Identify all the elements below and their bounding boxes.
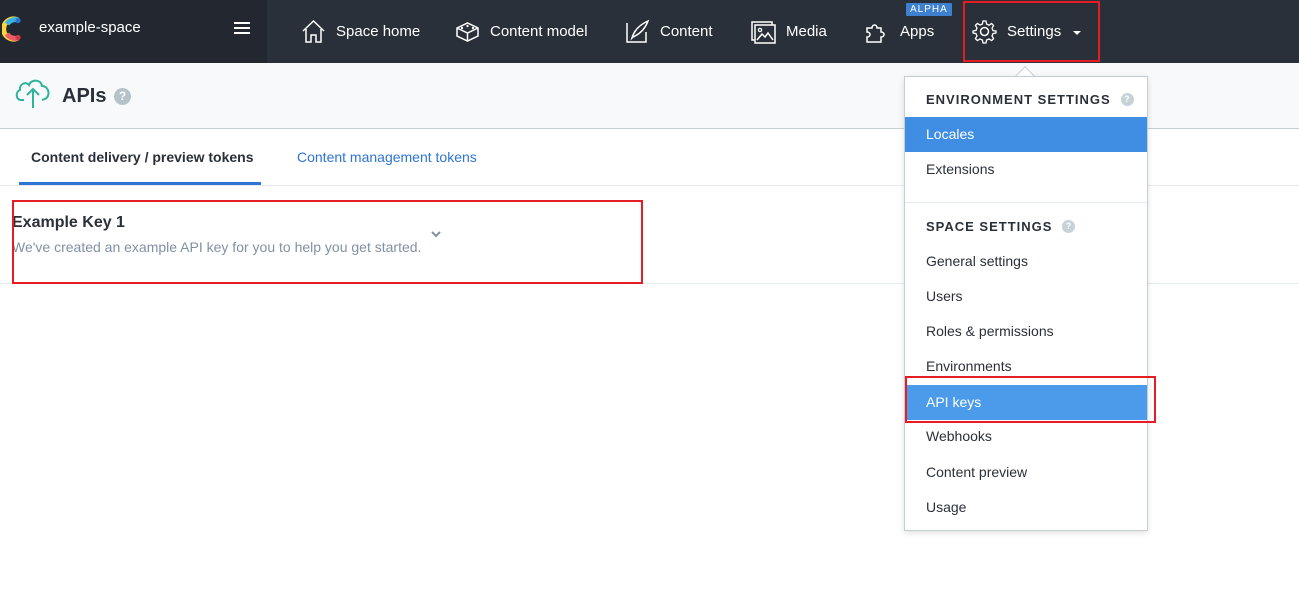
alpha-badge: ALPHA: [906, 3, 952, 16]
space-name: example-space: [39, 19, 141, 36]
nav-space-home[interactable]: Space home: [301, 0, 420, 63]
menu-item-content-preview[interactable]: Content preview: [905, 455, 1147, 490]
hamburger-menu-icon[interactable]: [234, 22, 250, 36]
settings-dropdown-menu: ENVIRONMENT SETTINGS ? Locales Extension…: [904, 76, 1148, 531]
nav-media[interactable]: Media: [751, 0, 827, 63]
menu-item-extensions[interactable]: Extensions: [905, 152, 1147, 187]
help-icon[interactable]: ?: [1062, 219, 1076, 233]
nav-content-model[interactable]: Content model: [455, 0, 588, 63]
home-icon: [302, 19, 325, 43]
help-icon[interactable]: ?: [114, 88, 131, 105]
page-title: APIs: [62, 85, 107, 107]
menu-item-roles-permissions[interactable]: Roles & permissions: [905, 314, 1147, 349]
space-selector[interactable]: example-space: [0, 0, 267, 63]
content-icon: [626, 19, 650, 43]
tab-content-delivery-tokens[interactable]: Content delivery / preview tokens: [19, 129, 261, 185]
menu-item-general-settings[interactable]: General settings: [905, 244, 1147, 279]
menu-item-usage[interactable]: Usage: [905, 490, 1147, 525]
contentful-logo-icon: [2, 16, 21, 42]
tab-content-management-tokens[interactable]: Content management tokens: [297, 129, 477, 185]
menu-item-webhooks[interactable]: Webhooks: [905, 419, 1147, 454]
environment-settings-header: ENVIRONMENT SETTINGS ?: [926, 89, 1134, 109]
menu-divider: [905, 202, 1147, 203]
nav-label: Content: [660, 23, 713, 40]
nav-label: Media: [786, 23, 827, 40]
cloud-upload-icon: [15, 79, 50, 108]
api-keys-highlight-box: [905, 376, 1156, 423]
space-settings-header: SPACE SETTINGS ?: [926, 216, 1076, 236]
nav-label: Apps: [900, 23, 935, 40]
nav-content[interactable]: Content: [625, 0, 713, 63]
media-icon: [751, 21, 776, 44]
settings-highlight-box: [963, 1, 1100, 62]
nav-label: Content model: [490, 23, 588, 40]
api-key-highlight-box: [12, 200, 643, 284]
apps-icon: [866, 24, 885, 43]
top-navigation-bar: example-space Space home Content model C…: [0, 0, 1299, 63]
menu-item-users[interactable]: Users: [905, 279, 1147, 314]
help-icon[interactable]: ?: [1120, 92, 1134, 106]
content-model-icon: [456, 22, 479, 42]
nav-label: Space home: [336, 23, 421, 40]
menu-item-locales[interactable]: Locales: [905, 117, 1147, 152]
